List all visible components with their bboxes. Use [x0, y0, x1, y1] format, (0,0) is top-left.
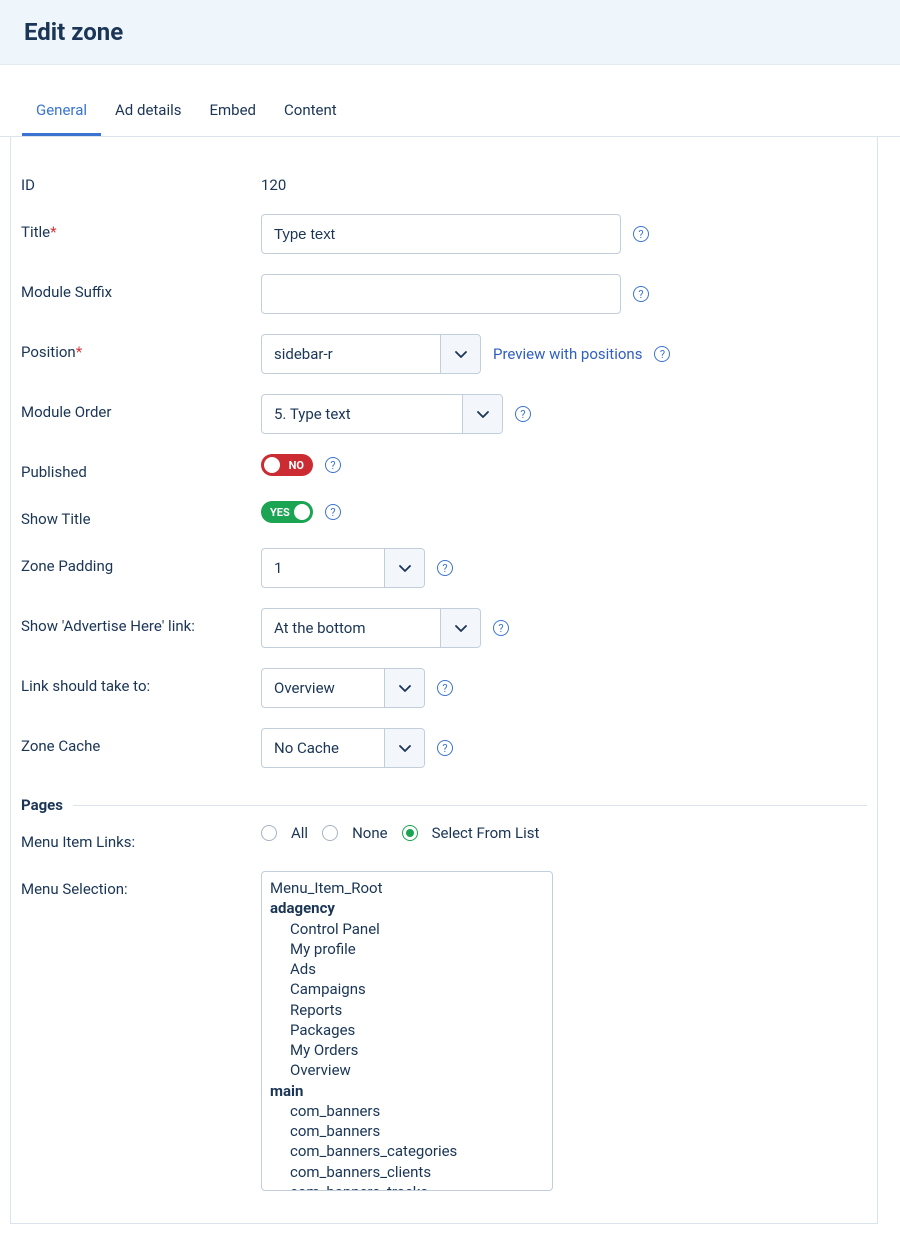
tab-embed[interactable]: Embed: [196, 89, 271, 136]
label-menu-item-links: Menu Item Links:: [21, 824, 261, 851]
label-module-order: Module Order: [21, 394, 261, 421]
list-item[interactable]: My profile: [262, 939, 552, 959]
list-item[interactable]: Ads: [262, 959, 552, 979]
label-zone-padding: Zone Padding: [21, 548, 261, 575]
link-take-select[interactable]: Overview: [261, 668, 425, 708]
help-icon[interactable]: ?: [633, 286, 649, 302]
preview-positions-link[interactable]: Preview with positions: [493, 345, 642, 363]
label-id: ID: [21, 167, 261, 194]
label-advertise-link: Show 'Advertise Here' link:: [21, 608, 261, 635]
position-select[interactable]: sidebar-r: [261, 334, 481, 374]
help-icon[interactable]: ?: [437, 680, 453, 696]
radio-select-label: Select From List: [432, 824, 540, 842]
row-link-take-to: Link should take to: Overview ?: [21, 658, 867, 718]
tab-bar: General Ad details Embed Content: [0, 89, 900, 137]
help-icon[interactable]: ?: [325, 457, 341, 473]
chevron-down-icon: [462, 395, 502, 433]
row-menu-item-links: Menu Item Links: All None Select From Li…: [21, 820, 867, 861]
list-item[interactable]: main: [262, 1081, 552, 1101]
chevron-down-icon: [384, 729, 424, 767]
label-show-title: Show Title: [21, 501, 261, 528]
tab-content[interactable]: Content: [270, 89, 351, 136]
list-item[interactable]: Campaigns: [262, 979, 552, 999]
general-panel: ID 120 Title* ? Module Suffix ? Position…: [10, 137, 878, 1224]
label-menu-selection: Menu Selection:: [21, 871, 261, 898]
row-show-title: Show Title YES ?: [21, 491, 867, 538]
radio-all[interactable]: [261, 825, 277, 841]
chevron-down-icon: [440, 335, 480, 373]
list-item[interactable]: com_banners_categories: [262, 1141, 552, 1161]
module-order-select[interactable]: 5. Type text: [261, 394, 503, 434]
help-icon[interactable]: ?: [493, 620, 509, 636]
list-item[interactable]: com_banners: [262, 1121, 552, 1141]
page-title: Edit zone: [24, 18, 876, 46]
show-title-toggle[interactable]: YES: [261, 501, 313, 523]
list-item[interactable]: adagency: [262, 898, 552, 918]
zone-cache-select[interactable]: No Cache: [261, 728, 425, 768]
row-zone-padding: Zone Padding 1 ?: [21, 538, 867, 598]
label-published: Published: [21, 454, 261, 481]
published-toggle[interactable]: NO: [261, 454, 313, 476]
help-icon[interactable]: ?: [633, 226, 649, 242]
list-item[interactable]: com_banners_clients: [262, 1162, 552, 1182]
help-icon[interactable]: ?: [437, 740, 453, 756]
label-zone-cache: Zone Cache: [21, 728, 261, 755]
list-item[interactable]: Packages: [262, 1020, 552, 1040]
radio-all-label: All: [291, 824, 308, 842]
row-published: Published NO ?: [21, 444, 867, 491]
list-item[interactable]: Control Panel: [262, 919, 552, 939]
radio-none[interactable]: [322, 825, 338, 841]
tab-general[interactable]: General: [22, 89, 101, 136]
row-id: ID 120: [21, 157, 867, 204]
row-advertise-link: Show 'Advertise Here' link: At the botto…: [21, 598, 867, 658]
title-input[interactable]: [261, 214, 621, 254]
chevron-down-icon: [440, 609, 480, 647]
label-title: Title*: [21, 214, 261, 241]
chevron-down-icon: [384, 669, 424, 707]
row-zone-cache: Zone Cache No Cache ?: [21, 718, 867, 778]
help-icon[interactable]: ?: [325, 504, 341, 520]
page-header: Edit zone: [0, 0, 900, 65]
list-item[interactable]: com_banners: [262, 1101, 552, 1121]
row-title: Title* ?: [21, 204, 867, 264]
value-id: 120: [261, 167, 286, 194]
row-module-order: Module Order 5. Type text ?: [21, 384, 867, 444]
pages-section-title: Pages: [21, 796, 867, 814]
row-menu-selection: Menu Selection: Menu_Item_RootadagencyCo…: [21, 861, 867, 1201]
zone-padding-select[interactable]: 1: [261, 548, 425, 588]
help-icon[interactable]: ?: [437, 560, 453, 576]
menu-selection-listbox[interactable]: Menu_Item_RootadagencyControl PanelMy pr…: [261, 871, 553, 1191]
help-icon[interactable]: ?: [654, 346, 670, 362]
row-position: Position* sidebar-r Preview with positio…: [21, 324, 867, 384]
radio-select-from-list[interactable]: [402, 825, 418, 841]
list-item[interactable]: Reports: [262, 1000, 552, 1020]
chevron-down-icon: [384, 549, 424, 587]
row-module-suffix: Module Suffix ?: [21, 264, 867, 324]
help-icon[interactable]: ?: [515, 406, 531, 422]
label-module-suffix: Module Suffix: [21, 274, 261, 301]
advertise-link-select[interactable]: At the bottom: [261, 608, 481, 648]
tab-ad-details[interactable]: Ad details: [101, 89, 195, 136]
module-suffix-input[interactable]: [261, 274, 621, 314]
radio-none-label: None: [352, 824, 388, 842]
list-item[interactable]: Menu_Item_Root: [262, 878, 552, 898]
list-item[interactable]: Overview: [262, 1060, 552, 1080]
list-item[interactable]: com_banners_tracks: [262, 1182, 552, 1191]
label-position: Position*: [21, 334, 261, 361]
list-item[interactable]: My Orders: [262, 1040, 552, 1060]
label-link-take-to: Link should take to:: [21, 668, 261, 695]
